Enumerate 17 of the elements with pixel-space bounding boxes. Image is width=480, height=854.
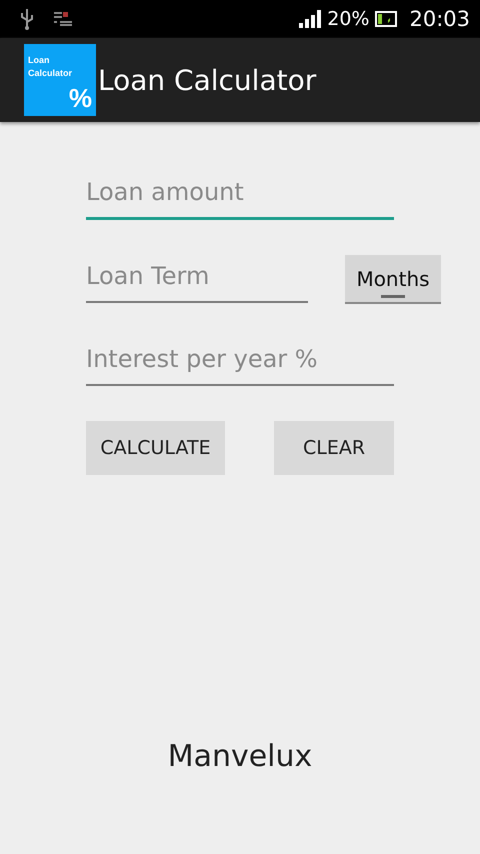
input-field[interactable]: Loan Term [86,250,308,302]
clock: 20:03 [409,7,470,31]
clear-button[interactable]: CLEAR [274,421,394,475]
calculate-button[interactable]: CALCULATE [86,421,225,475]
signal-icon [299,10,322,28]
notification-icon [54,12,72,26]
input-field[interactable]: Interest per year % [86,334,394,386]
unit-spinner[interactable]: Months [345,255,441,304]
battery-percent: 20% [327,8,370,30]
app-title: Loan Calculator [98,64,316,96]
usb-icon [20,8,34,30]
logo-text: Calculator [28,68,72,78]
logo-symbol: % [68,83,92,114]
footer-text: Manvelux [168,739,312,774]
battery-icon [375,11,400,27]
logo-text: Loan [28,55,50,65]
input-field[interactable]: Loan amount [86,168,394,220]
